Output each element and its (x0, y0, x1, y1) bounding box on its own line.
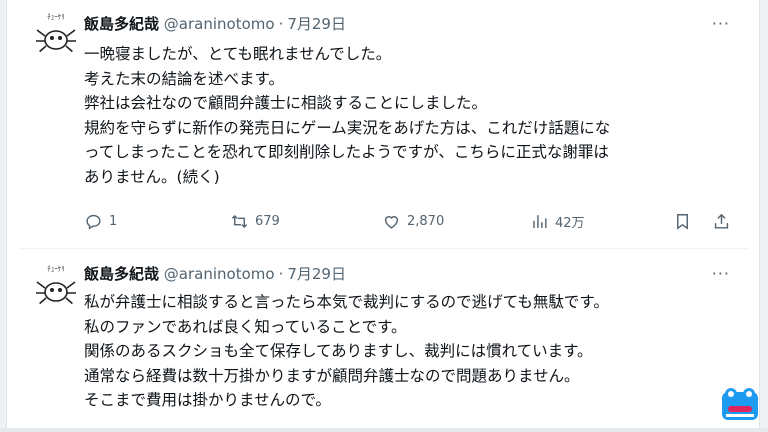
retweet-count: 679 (255, 213, 280, 229)
separator-dot: · (278, 265, 284, 283)
tweet-date[interactable]: 7月29日 (287, 15, 346, 33)
tweet-line: ありません。(続く) (84, 167, 220, 186)
frog-logo-icon (720, 386, 760, 422)
reply-count: 1 (109, 213, 118, 229)
window-frame-right (759, 0, 768, 432)
tweet-line: 弊社は会社なので顧問弁護士に相談することにしました。 (84, 94, 488, 112)
tweet-date[interactable]: 7月29日 (287, 265, 346, 283)
window-frame-bottom (0, 428, 768, 432)
more-icon[interactable]: ··· (712, 264, 730, 283)
tweet-text: 私が弁護士に相談すると言ったら本気で裁判にするので逃げても無駄です。 私のファン… (84, 290, 718, 413)
tweet-header: 飯島多紀哉 @araninotomo · 7月29日 (84, 14, 346, 34)
like-button[interactable]: 2,870 (382, 209, 444, 233)
tweet-header: 飯島多紀哉 @araninotomo · 7月29日 (84, 264, 346, 284)
author-name[interactable]: 飯島多紀哉 (84, 265, 159, 283)
tweet-line: 私のファンであれば良く知っていることです。 (84, 317, 407, 336)
heart-icon (384, 215, 399, 229)
views-button[interactable]: 42万 (530, 209, 585, 233)
bookmark-icon (677, 213, 688, 230)
author-name[interactable]: 飯島多紀哉 (84, 15, 159, 33)
bookmark-button[interactable] (673, 209, 698, 233)
author-handle[interactable]: @araninotomo (164, 265, 275, 283)
separator-dot: · (278, 15, 284, 33)
share-button[interactable] (712, 209, 737, 233)
tweet-line: 考えた末の結論を述べます。 (84, 69, 284, 88)
tweet-1[interactable]: ﾁｭｰｹﾘ 飯島多紀哉 @araninotomo · 7月29日 ··· 一晩寝まし… (20, 0, 748, 249)
tweet-line: そこまで費用は掛かりませんので。 (84, 391, 331, 409)
window-frame-left (0, 0, 7, 432)
share-icon (714, 213, 729, 229)
reply-button[interactable]: 1 (84, 209, 117, 233)
tweet-text: 一晩寝ましたが、とても眠れませんでした。 考えた末の結論を述べます。 弊社は会社… (84, 42, 718, 189)
author-handle[interactable]: @araninotomo (164, 15, 275, 33)
avatar[interactable]: ﾁｭｰｹﾘ (32, 262, 80, 310)
retweet-icon (231, 214, 248, 228)
tweet-line: 関係のあるスクショも全て保存してありますし、裁判には慣れています。 (84, 342, 593, 360)
more-icon[interactable]: ··· (712, 14, 730, 33)
svg-text:ﾁｭｰｹﾘ: ﾁｭｰｹﾘ (47, 13, 65, 21)
retweet-button[interactable]: 679 (230, 209, 280, 233)
like-count: 2,870 (407, 213, 445, 229)
reply-icon (86, 214, 101, 229)
tweet-line: 通常なら経費は数十万掛かりますが顧問弁護士なので問題ありません。 (84, 366, 580, 385)
views-count: 42万 (555, 215, 585, 231)
tweet-actions: 1 679 2,870 42万 (84, 209, 729, 233)
tweet-line: ってしまったことを恐れて即刻削除したようですが、こちらに正式な謝罪は (84, 143, 609, 161)
tweet-line: 規約を守らずに新作の発売日にゲーム実況をあげた方は、これだけ話題にな (84, 118, 611, 137)
views-icon (533, 214, 547, 228)
avatar[interactable]: ﾁｭｰｹﾘ (32, 10, 80, 58)
tweet-line: 私が弁護士に相談すると言ったら本気で裁判にするので逃げても無駄です。 (84, 293, 609, 311)
tweet-2[interactable]: ﾁｭｰｹﾘ 飯島多紀哉 @araninotomo · 7月29日 ··· 私が弁護士… (20, 256, 748, 432)
svg-text:ﾁｭｰｹﾘ: ﾁｭｰｹﾘ (47, 265, 65, 273)
tweet-line: 一晩寝ましたが、とても眠れませんでした。 (84, 45, 392, 63)
